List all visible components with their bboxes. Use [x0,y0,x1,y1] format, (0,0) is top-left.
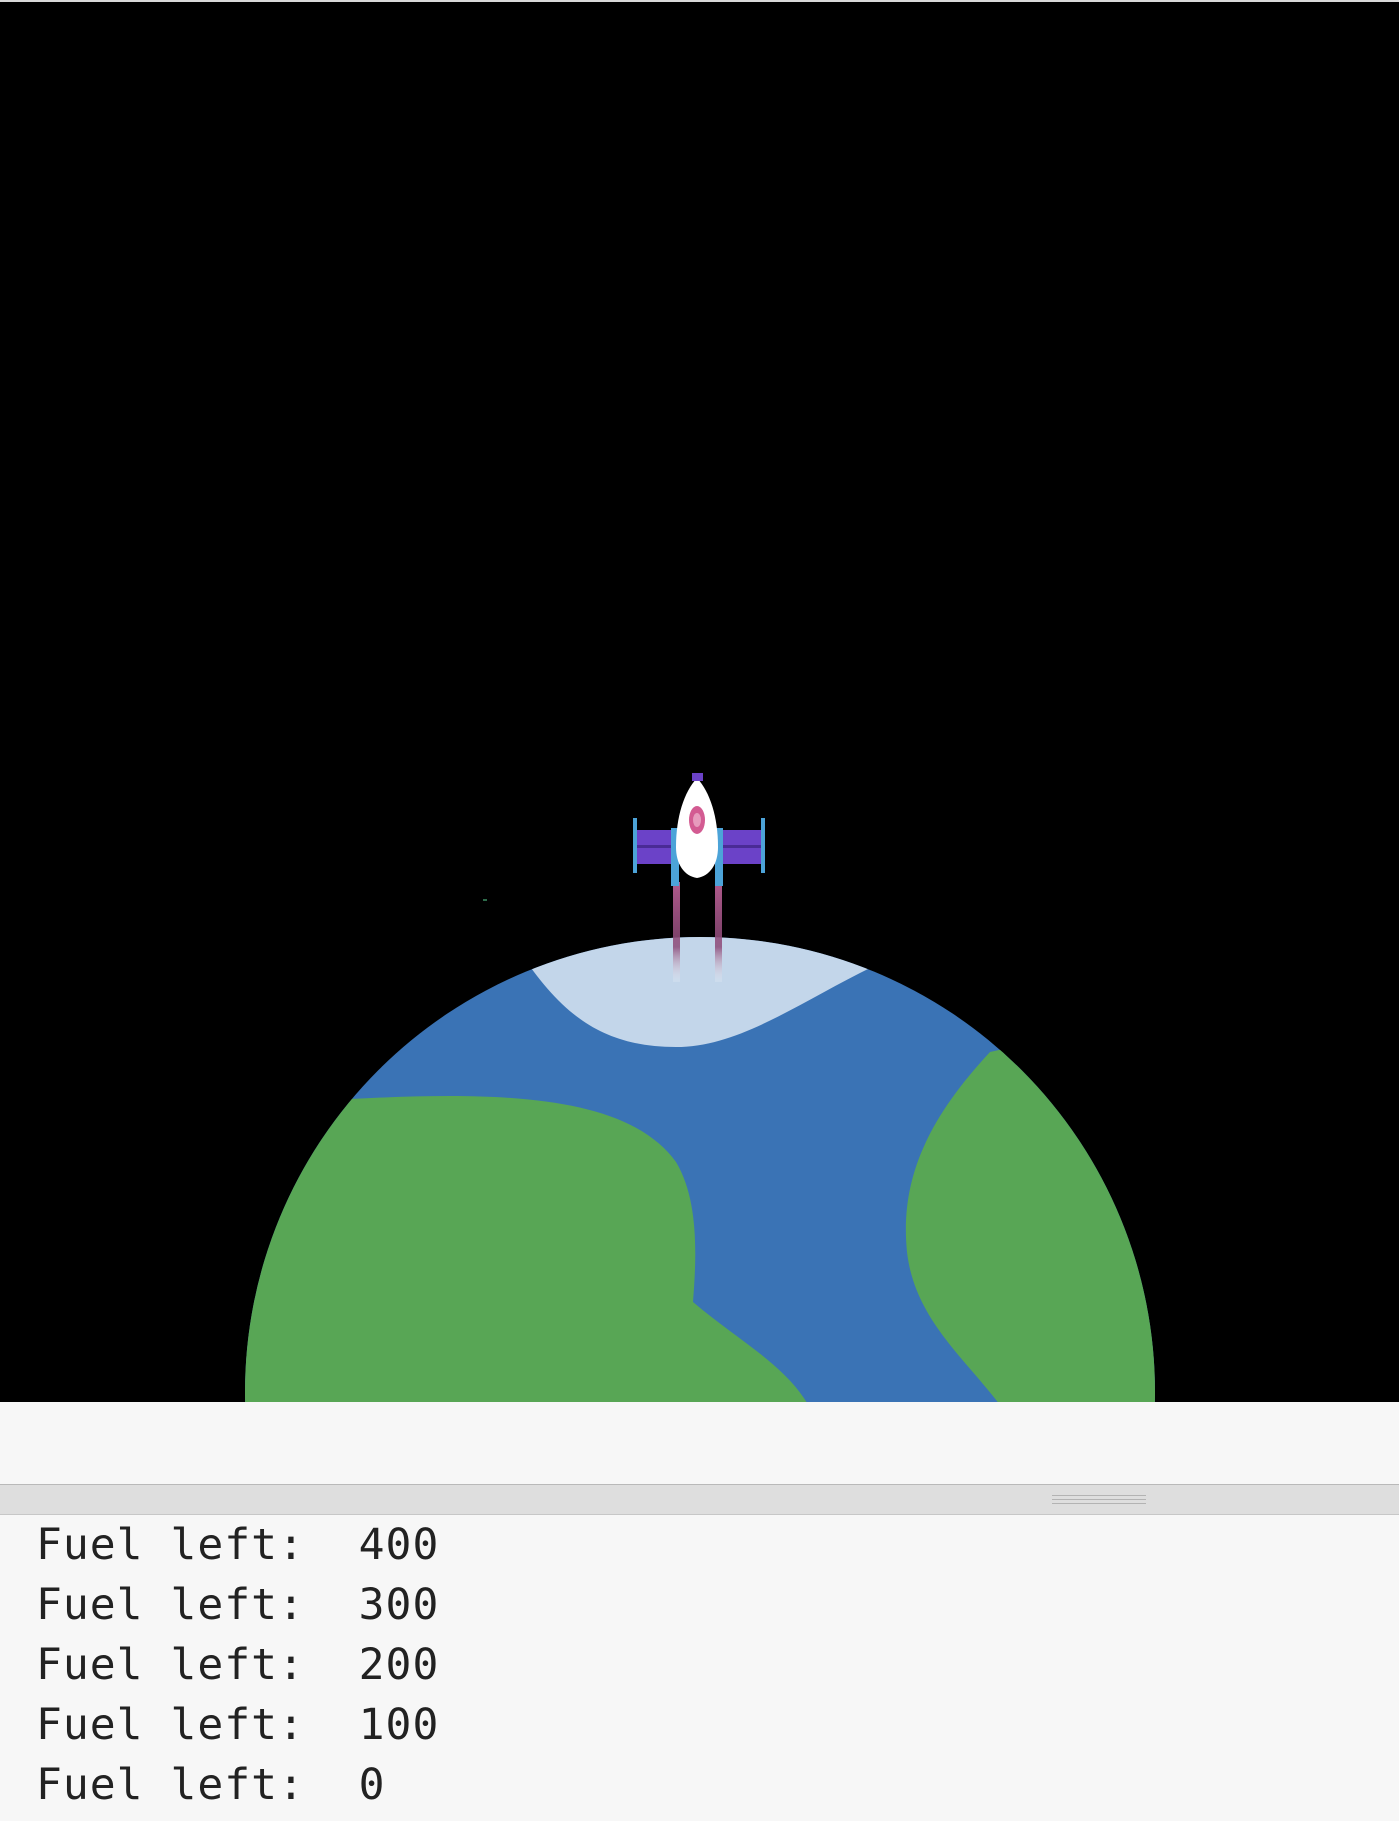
grip-icon[interactable] [1052,1495,1146,1507]
console-line: Fuel left: 100 [36,1695,439,1755]
console-line: Fuel left: 300 [36,1575,439,1635]
console-value: 200 [358,1640,440,1690]
console-value: 0 [358,1760,386,1810]
console-value: 100 [358,1700,440,1750]
console-label: Fuel left: [36,1760,305,1810]
console-output: Fuel left: 400 Fuel left: 300 Fuel left:… [0,1515,1399,1821]
panel-resize-handle[interactable] [0,1485,1399,1515]
console-label: Fuel left: [36,1640,305,1690]
canvas-bottom-margin [0,1402,1399,1485]
console-line: Fuel left: 400 [36,1515,439,1575]
wing-tip-left [633,818,637,873]
console-label: Fuel left: [36,1700,305,1750]
console-line: Fuel left: 200 [36,1635,439,1695]
game-canvas[interactable] [0,0,1399,1402]
exhaust-left [673,882,680,982]
exhaust-right [715,882,722,982]
console-label: Fuel left: [36,1520,305,1570]
ship-nose [692,773,703,781]
console-value: 400 [358,1520,440,1570]
console-line: Fuel left: 0 [36,1755,386,1815]
console-label: Fuel left: [36,1580,305,1630]
star-speck [483,899,487,901]
console-value: 300 [358,1580,440,1630]
wing-tip-right [761,818,765,873]
cockpit-glint [693,813,701,827]
game-scene [0,2,1399,1402]
